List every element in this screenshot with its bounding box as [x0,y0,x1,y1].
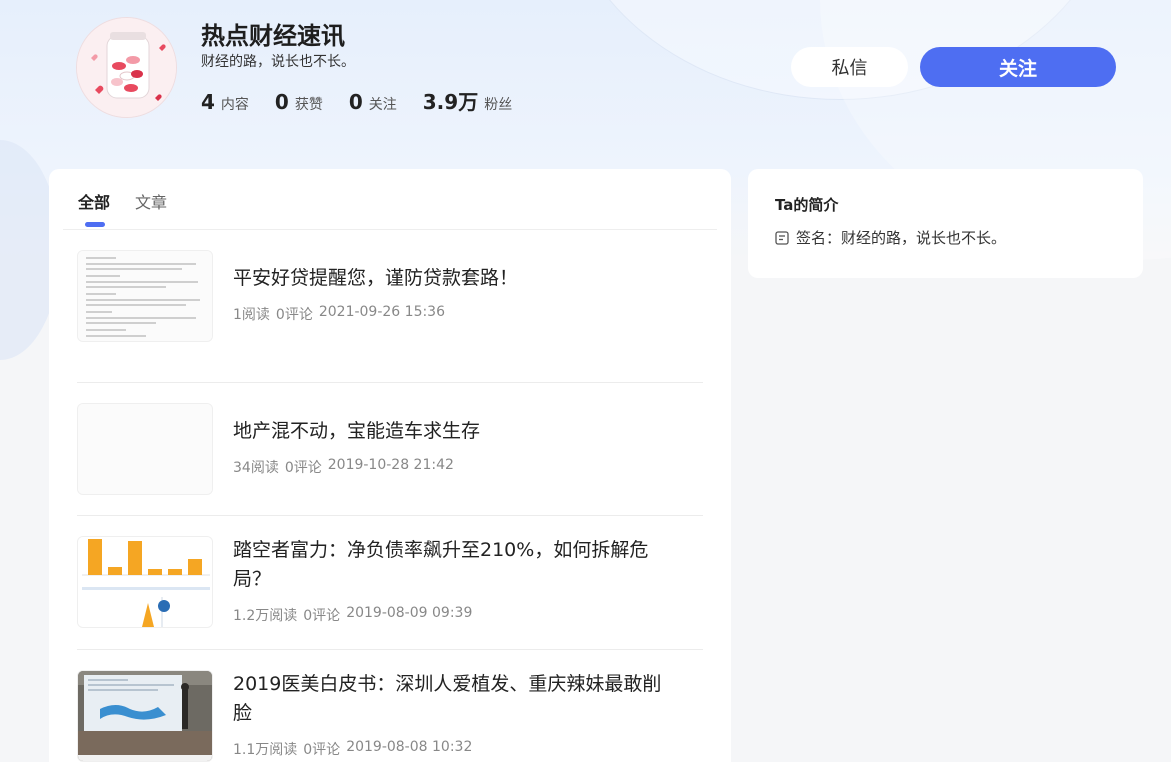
article-thumbnail[interactable] [77,403,213,495]
tab-label: 文章 [135,193,168,212]
tab-label: 全部 [78,193,111,212]
comment-count: 0评论 [303,608,341,624]
article-thumbnail[interactable] [77,536,213,628]
article-meta: 1.1万阅读 0评论 2019-08-08 10:32 [233,739,478,759]
stat-number: 4 [201,90,215,114]
intro-title: Ta的简介 [775,196,839,214]
publish-time: 2021-09-26 15:36 [318,304,446,320]
feed-item[interactable]: 地产混不动，宝能造车求生存 34阅读 0评论 2019-10-28 21:42 [77,383,703,516]
stat-label: 粉丝 [484,97,513,113]
feed-item[interactable]: 平安好贷提醒您，谨防贷款套路！ 1阅读 0评论 2021-09-26 15:36 [77,250,703,383]
tab-all[interactable]: 全部 [78,189,111,227]
stat-following[interactable]: 0 关注 [349,90,397,114]
feed-item[interactable]: 踏空者富力：净负债率飙升至210%，如何拆解危局？ 1.2万阅读 0评论 201… [77,516,703,650]
feed-card: 全部 文章 平安好贷提醒您，谨防贷款套路！ 1阅读 0评论 2021-09-26… [49,169,731,762]
stat-followers[interactable]: 3.9万 粉丝 [423,86,512,115]
stat-number: 3.9万 [422,90,479,114]
article-thumbnail[interactable] [77,670,213,762]
article-title[interactable]: 踏空者富力：净负债率飙升至210%，如何拆解危局？ [233,536,673,594]
stat-number: 0 [348,90,363,114]
article-meta: 1.2万阅读 0评论 2019-08-09 09:39 [233,605,478,625]
tab-articles[interactable]: 文章 [135,189,167,213]
article-title[interactable]: 2019医美白皮书：深圳人爱植发、重庆辣妹最敢削脸 [233,670,673,728]
read-count: 1阅读 [233,307,270,323]
stat-likes: 0 获赞 [275,90,323,114]
article-title[interactable]: 地产混不动，宝能造车求生存 [233,417,673,446]
article-title[interactable]: 平安好贷提醒您，谨防贷款套路！ [233,264,673,293]
read-count: 1.2万阅读 [233,608,298,624]
feed-tabs: 全部 文章 [78,189,192,227]
comment-count: 0评论 [303,742,341,758]
feed-item[interactable]: 2019医美白皮书：深圳人爱植发、重庆辣妹最敢削脸 1.1万阅读 0评论 201… [77,650,703,762]
stat-label: 获赞 [294,97,323,113]
signature-row: 签名：财经的路，说长也不长。 [775,227,1006,248]
publish-time: 2019-10-28 21:42 [327,457,454,473]
stat-number: 0 [274,90,289,114]
publish-time: 2019-08-09 09:39 [346,605,473,621]
article-thumbnail[interactable] [77,250,213,342]
stat-label: 关注 [368,97,397,113]
comment-count: 0评论 [275,307,313,323]
signature-text: 签名：财经的路，说长也不长。 [796,229,1007,247]
article-meta: 34阅读 0评论 2019-10-28 21:42 [233,457,460,477]
intro-card: Ta的简介 签名：财经的路，说长也不长。 [748,169,1143,278]
article-meta: 1阅读 0评论 2021-09-26 15:36 [233,304,451,324]
message-button[interactable]: 私信 [791,47,908,87]
read-count: 34阅读 [233,460,279,476]
profile-name: 热点财经速讯 [201,22,345,50]
stat-content[interactable]: 4 内容 [201,90,249,114]
document-icon [775,230,789,245]
read-count: 1.1万阅读 [233,742,298,758]
follow-button[interactable]: 关注 [920,47,1116,87]
stat-label: 内容 [220,97,249,113]
publish-time: 2019-08-08 10:32 [346,739,473,755]
profile-stats: 4 内容 0 获赞 0 关注 3.9万 粉丝 [201,86,538,115]
profile-bio: 财经的路，说长也不长。 [201,54,355,70]
tab-active-indicator [85,222,105,227]
comment-count: 0评论 [284,460,322,476]
avatar[interactable] [76,17,177,118]
tab-divider [63,229,717,230]
feed-list: 平安好贷提醒您，谨防贷款套路！ 1阅读 0评论 2021-09-26 15:36… [77,250,703,762]
